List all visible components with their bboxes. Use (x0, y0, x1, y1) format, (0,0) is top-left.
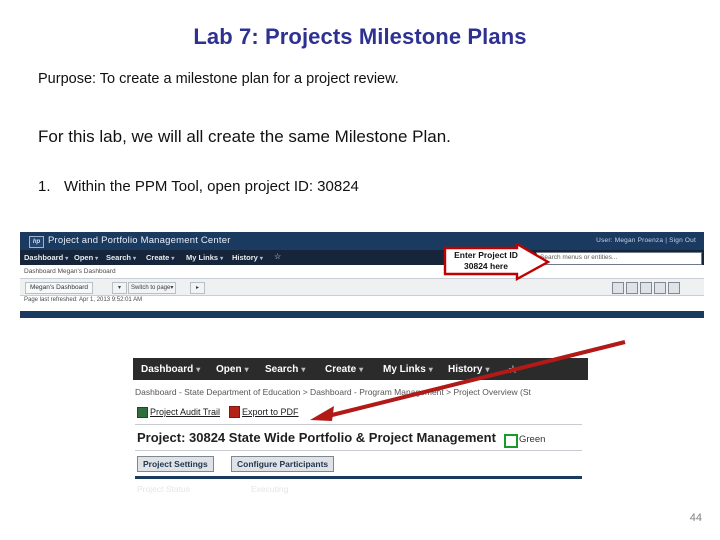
page-refresh-timestamp: Page last refreshed: Apr 1, 2013 9:52:01… (24, 297, 143, 303)
menu-label: History (448, 364, 483, 375)
po-menu-item-my-links[interactable]: My Links ▾ (383, 364, 433, 375)
project-audit-trail-link[interactable]: Project Audit Trail (150, 407, 220, 417)
callout-text: Enter Project ID 30824 here (448, 250, 524, 272)
menu-label: My Links (383, 364, 426, 375)
menu-label: My Links (186, 253, 219, 262)
print-icon[interactable] (626, 282, 638, 294)
chevron-down-icon: ▾ (220, 256, 224, 262)
dashboard-tab-row: Megan's Dashboard ▾ Switch to page▾ ▸ (20, 278, 704, 296)
chevron-down-icon: ▾ (301, 365, 306, 374)
page-title: Lab 7: Projects Milestone Plans (193, 24, 527, 49)
menu-item-create[interactable]: Create ▾ (146, 253, 174, 262)
configure-participants-button[interactable]: Configure Participants (231, 456, 335, 472)
switch-to-page-label: Switch to page (131, 285, 171, 291)
po-menu-item-history[interactable]: History ▾ (448, 364, 489, 375)
dashboard-tab-label: Megan's Dashboard (30, 284, 88, 291)
user-info[interactable]: User: Megan Proenza | Sign Out (596, 237, 696, 244)
audit-trail-icon (137, 406, 148, 418)
page-number: 44 (689, 512, 702, 524)
menu-item-history[interactable]: History ▾ (232, 253, 263, 262)
menu-label: Create (146, 253, 170, 262)
menu-label: Create (325, 364, 357, 375)
menu-label: Open (74, 253, 94, 262)
tab-dropdown-button[interactable]: ▾ (112, 282, 127, 294)
dashboard-tab[interactable]: Megan's Dashboard (25, 282, 93, 294)
callout-line-2: 30824 here (464, 261, 508, 271)
export-to-pdf-link[interactable]: Export to PDF (242, 407, 299, 417)
menu-label: History (232, 253, 258, 262)
project-title: Project: 30824 State Wide Portfolio & Pr… (137, 430, 496, 445)
divider (135, 424, 582, 425)
dashboard-screenshot: hp Project and Portfolio Management Cent… (14, 232, 704, 320)
menu-label: Search (106, 253, 132, 262)
switch-to-page-button[interactable]: Switch to page▾ (128, 282, 177, 294)
callout-line-1: Enter Project ID (454, 250, 518, 260)
export-icon[interactable] (640, 282, 652, 294)
chevron-down-icon: ▾ (359, 365, 364, 374)
slide: Lab 7: Projects Milestone Plans Purpose:… (0, 0, 720, 540)
menu-label: Search (265, 364, 299, 375)
project-status-field-label: Project Status (137, 484, 190, 494)
status-badge-box (504, 434, 518, 448)
collapse-icon[interactable] (612, 282, 624, 294)
step-number: 1. (38, 178, 51, 195)
menu-label: Dashboard (24, 253, 64, 262)
menu-label: Dashboard (141, 364, 194, 375)
po-menu-item-create[interactable]: Create ▾ (325, 364, 363, 375)
lab-statement-text: For this lab, we will all create the sam… (38, 127, 451, 146)
chevron-down-icon: ▾ (171, 256, 175, 262)
menu-item-my-links[interactable]: My Links ▾ (186, 253, 223, 262)
breadcrumb: Dashboard Megan's Dashboard (24, 268, 116, 275)
chevron-down-icon: ▾ (170, 285, 174, 291)
project-settings-button[interactable]: Project Settings (137, 456, 214, 472)
chevron-down-icon: ▾ (95, 256, 99, 262)
enter-project-id-callout: Enter Project ID 30824 here (443, 243, 551, 281)
po-action-links: Project Audit Trail Export to PDF (137, 406, 299, 419)
divider (135, 450, 582, 451)
po-menu-item-search[interactable]: Search ▾ (265, 364, 305, 375)
menu-item-dashboard[interactable]: Dashboard ▾ (24, 253, 68, 262)
dashboard-bottom-band (20, 311, 704, 318)
status-badge-label: Green (519, 434, 546, 445)
chevron-down-icon: ▾ (65, 256, 69, 262)
purpose-text: Purpose: To create a milestone plan for … (38, 71, 399, 87)
chevron-down-icon: ▾ (133, 256, 137, 262)
hp-logo-icon: hp (29, 236, 44, 248)
chevron-down-icon: ▾ (259, 256, 263, 262)
search-placeholder: Search menus or entities... (540, 254, 618, 261)
po-menu-item-dashboard[interactable]: Dashboard ▾ (141, 364, 200, 375)
pdf-icon (229, 406, 241, 418)
ppm-banner-title: Project and Portfolio Management Center (48, 235, 231, 246)
po-menu-item-open[interactable]: Open ▾ (216, 364, 249, 375)
project-status-field-value: Executing (251, 484, 289, 494)
chevron-down-icon: ▾ (244, 365, 249, 374)
menu-item-search[interactable]: Search ▾ (106, 253, 136, 262)
chevron-down-icon: ▾ (485, 365, 490, 374)
step-text: Within the PPM Tool, open project ID: 30… (64, 178, 359, 195)
dashboard-screenshot-content: hp Project and Portfolio Management Cent… (20, 232, 704, 320)
chevron-down-icon: ▾ (428, 365, 433, 374)
step-item-1: 1. Within the PPM Tool, open project ID: … (38, 178, 359, 195)
project-overview-screenshot: Dashboard ▾ Open ▾ Search ▾ Create ▾ My Link… (133, 358, 588, 498)
menu-item-open[interactable]: Open ▾ (74, 253, 98, 262)
next-page-button[interactable]: ▸ (190, 282, 205, 294)
save-icon[interactable] (654, 282, 666, 294)
po-favorites-star-icon[interactable]: ☆ (508, 363, 518, 376)
search-input[interactable]: Search menus or entities... (536, 252, 702, 265)
personalize-icon[interactable] (668, 282, 680, 294)
ppm-banner: hp Project and Portfolio Management Cent… (20, 232, 704, 250)
po-breadcrumb: Dashboard - State Department of Educatio… (135, 387, 531, 397)
po-accent-bar (135, 476, 582, 479)
chevron-down-icon: ▾ (196, 365, 201, 374)
project-overview-menubar: Dashboard ▾ Open ▾ Search ▾ Create ▾ My Link… (133, 358, 588, 380)
favorites-star-icon[interactable]: ☆ (274, 252, 281, 261)
menu-label: Open (216, 364, 242, 375)
